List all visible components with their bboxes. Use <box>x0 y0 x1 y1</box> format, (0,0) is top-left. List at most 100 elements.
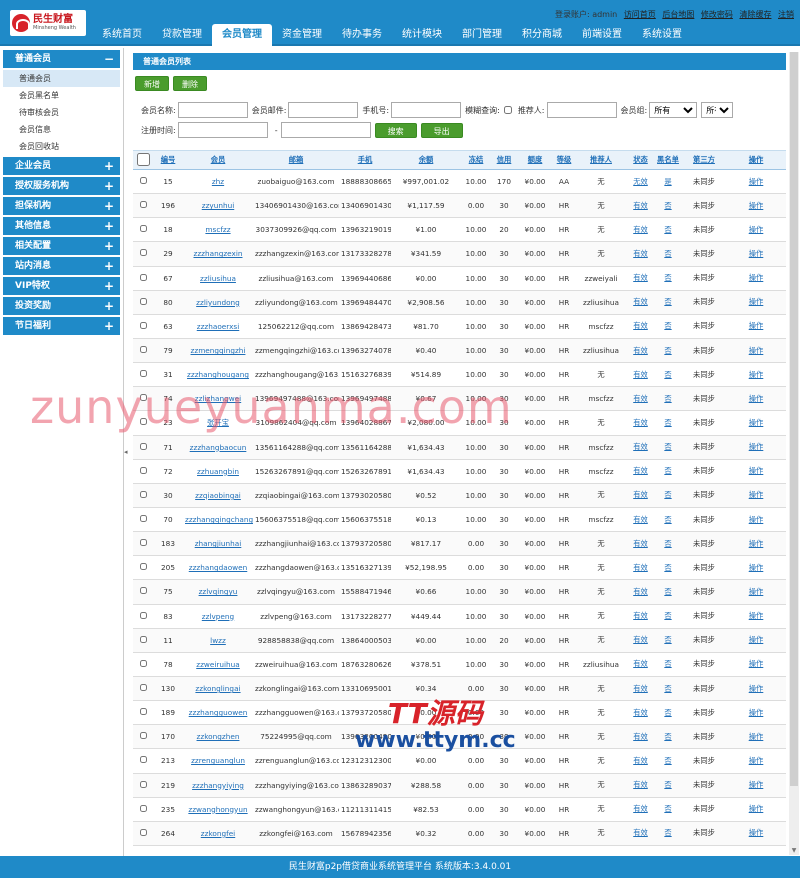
member-link[interactable]: zzzhangdaowen <box>189 563 248 572</box>
member-link[interactable]: zzrenguanglun <box>191 756 245 765</box>
status-link[interactable]: 有效 <box>633 635 648 644</box>
blacklist-link[interactable]: 否 <box>664 563 671 572</box>
row-checkbox[interactable] <box>139 659 147 667</box>
status-link[interactable]: 有效 <box>633 780 648 789</box>
blacklist-link[interactable]: 否 <box>664 418 671 427</box>
column-header-7[interactable]: 额度 <box>517 150 553 170</box>
row-checkbox[interactable] <box>139 611 147 619</box>
sidebar-item-1[interactable]: 会员黑名单 <box>3 87 120 104</box>
member-link[interactable]: zzzhangzexin <box>193 249 242 258</box>
blacklist-link[interactable]: 否 <box>664 635 671 644</box>
status-link[interactable]: 有效 <box>633 466 648 475</box>
sidebar-item-3[interactable]: 会员信息 <box>3 121 120 138</box>
blacklist-link[interactable]: 否 <box>664 732 671 741</box>
status-link[interactable]: 有效 <box>633 611 648 620</box>
blacklist-link[interactable]: 否 <box>664 828 671 837</box>
member-link[interactable]: zzliusihua <box>200 274 236 283</box>
blacklist-link[interactable]: 否 <box>664 201 671 210</box>
member-group-select-2[interactable]: 所有 <box>701 102 734 118</box>
member-link[interactable]: zzqiaobingai <box>195 491 241 500</box>
operate-link[interactable]: 操作 <box>749 346 764 355</box>
operate-link[interactable]: 操作 <box>749 563 764 572</box>
column-header-4[interactable]: 余额 <box>391 150 461 170</box>
row-checkbox[interactable] <box>139 780 147 788</box>
row-checkbox[interactable] <box>139 370 147 378</box>
status-link[interactable]: 有效 <box>633 539 648 548</box>
search-button[interactable]: 搜索 <box>374 122 417 138</box>
operate-link[interactable]: 操作 <box>749 249 764 258</box>
operate-link[interactable]: 操作 <box>749 225 764 234</box>
column-header-6[interactable]: 信用 <box>491 150 517 170</box>
row-checkbox[interactable] <box>139 466 147 474</box>
status-link[interactable]: 有效 <box>633 659 648 668</box>
vertical-scrollbar[interactable]: ▲ ▼ <box>789 52 799 855</box>
operate-link[interactable]: 操作 <box>749 780 764 789</box>
blacklist-link[interactable]: 否 <box>664 780 671 789</box>
blacklist-link[interactable]: 否 <box>664 394 671 403</box>
operate-link[interactable]: 操作 <box>749 684 764 693</box>
blacklist-link[interactable]: 否 <box>664 346 671 355</box>
nav-tab-1[interactable]: 贷款管理 <box>152 24 212 46</box>
scroll-thumb[interactable] <box>790 52 798 786</box>
member-email-input[interactable] <box>288 102 359 118</box>
status-link[interactable]: 有效 <box>633 418 648 427</box>
operate-link[interactable]: 操作 <box>749 394 764 403</box>
operate-link[interactable]: 操作 <box>749 490 764 499</box>
member-link[interactable]: mscfzz <box>205 225 230 234</box>
status-link[interactable]: 有效 <box>633 708 648 717</box>
sidebar-group-6[interactable]: VIP特权 + <box>3 277 120 295</box>
member-link[interactable]: zzlizhangwei <box>195 394 241 403</box>
export-button[interactable]: 导出 <box>420 122 463 138</box>
status-link[interactable]: 有效 <box>633 394 648 403</box>
member-link[interactable]: lwzz <box>210 636 226 645</box>
member-link[interactable]: zzlvpeng <box>202 612 234 621</box>
operate-link[interactable]: 操作 <box>749 611 764 620</box>
member-link[interactable]: zzkongzhen <box>197 732 240 741</box>
operate-link[interactable]: 操作 <box>749 201 764 210</box>
operate-link[interactable]: 操作 <box>749 828 764 837</box>
blacklist-link[interactable]: 否 <box>664 297 671 306</box>
blacklist-link[interactable]: 否 <box>664 539 671 548</box>
row-checkbox[interactable] <box>139 346 147 354</box>
blacklist-link[interactable]: 否 <box>664 804 671 813</box>
operate-link[interactable]: 操作 <box>749 370 764 379</box>
add-button[interactable]: 新增 <box>135 75 169 91</box>
nav-tab-6[interactable]: 部门管理 <box>452 24 512 46</box>
row-checkbox[interactable] <box>139 828 147 836</box>
status-link[interactable]: 有效 <box>633 346 648 355</box>
member-link[interactable]: zhz <box>212 177 224 186</box>
row-checkbox[interactable] <box>139 418 147 426</box>
member-link[interactable]: zzyunhui <box>202 201 235 210</box>
operate-link[interactable]: 操作 <box>749 659 764 668</box>
sidebar-group-regular-members[interactable]: 普通会员 − <box>3 50 120 68</box>
column-header-9[interactable]: 推荐人 <box>575 150 627 170</box>
blacklist-link[interactable]: 否 <box>664 273 671 282</box>
member-link[interactable]: zzweiruihua <box>196 660 240 669</box>
operate-link[interactable]: 操作 <box>749 804 764 813</box>
row-checkbox[interactable] <box>139 177 147 185</box>
delete-button[interactable]: 删除 <box>173 75 207 91</box>
blacklist-link[interactable]: 否 <box>664 490 671 499</box>
member-link[interactable]: zzzhangguowen <box>189 708 248 717</box>
nav-tab-4[interactable]: 待办事务 <box>332 24 392 46</box>
fuzzy-search-checkbox[interactable] <box>503 106 512 114</box>
blacklist-link[interactable]: 否 <box>664 321 671 330</box>
operate-link[interactable]: 操作 <box>749 708 764 717</box>
status-link[interactable]: 有效 <box>633 563 648 572</box>
operate-link[interactable]: 操作 <box>749 273 764 282</box>
nav-tab-7[interactable]: 积分商城 <box>512 24 572 46</box>
member-link[interactable]: zzzhanghougang <box>187 370 249 379</box>
row-checkbox[interactable] <box>139 635 147 643</box>
row-checkbox[interactable] <box>139 684 147 692</box>
blacklist-link[interactable]: 否 <box>664 611 671 620</box>
operate-link[interactable]: 操作 <box>749 297 764 306</box>
operate-link[interactable]: 操作 <box>749 177 764 186</box>
member-link[interactable]: zzmengqingzhi <box>191 346 246 355</box>
column-header-13[interactable]: 操作 <box>726 150 786 170</box>
link-clear-cache[interactable]: 清除缓存 <box>739 10 771 19</box>
column-header-2[interactable]: 邮箱 <box>253 150 339 170</box>
status-link[interactable]: 有效 <box>633 490 648 499</box>
member-link[interactable]: zzkongfei <box>201 829 235 838</box>
register-time-end-input[interactable] <box>280 122 371 138</box>
row-checkbox[interactable] <box>139 442 147 450</box>
